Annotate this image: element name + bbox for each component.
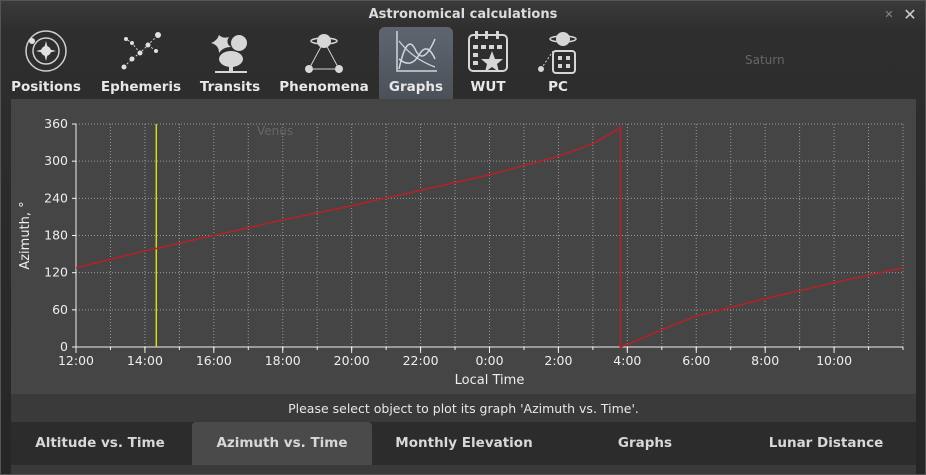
tab-graphs-label: Graphs — [388, 79, 444, 95]
tab-phenomena[interactable]: Phenomena — [277, 27, 371, 99]
y-axis-label: Azimuth, ° — [18, 201, 33, 269]
y-tick-label: 240 — [44, 190, 68, 205]
x-tick-label: 14:00 — [127, 353, 163, 368]
y-tick-label: 120 — [44, 265, 68, 280]
tab-ephemeris[interactable]: Ephemeris — [99, 27, 183, 99]
background-venus-label: Venus — [257, 124, 293, 138]
x-axis-label: Local Time — [455, 373, 525, 388]
azimuth-plot-area[interactable]: 0 60 120 180 240 300 360 12:00 14:00 16:00 18:00 2… — [11, 99, 916, 394]
x-tick-label: 22:00 — [403, 353, 439, 368]
subtab-monthly-elevation[interactable]: Monthly Elevation — [374, 422, 554, 465]
window-title: Astronomical calculations — [368, 7, 558, 22]
tab-pc-label: PC — [548, 79, 568, 95]
x-tick-label: 18:00 — [265, 353, 301, 368]
subtab-lunar-distance[interactable]: Lunar Distance — [736, 422, 916, 465]
tab-wut-label: WUT — [470, 79, 506, 95]
planet-calculator-icon — [538, 32, 577, 74]
x-tick-label: 16:00 — [196, 353, 232, 368]
tab-positions[interactable]: Positions — [7, 27, 85, 99]
close-button[interactable]: ✕ — [901, 6, 919, 24]
tab-transits[interactable]: Transits — [195, 27, 265, 99]
subtab-altitude-vs-time[interactable]: Altitude vs. Time — [11, 422, 189, 465]
main-tab-bar: Positions Ephemeris Transits Phenomena G… — [1, 27, 925, 99]
tab-pc[interactable]: PC — [531, 27, 585, 99]
tab-ephemeris-label: Ephemeris — [100, 79, 182, 95]
y-tick-label: 0 — [60, 339, 68, 354]
azimuth-vs-time-chart: 0 60 120 180 240 300 360 12:00 14:00 16:00 18:00 2… — [18, 116, 904, 388]
x-tick-label: 2:00 — [544, 353, 572, 368]
x-tick-label: 10:00 — [816, 353, 852, 368]
y-tick-label: 180 — [44, 228, 68, 243]
astronomical-calculations-window: Astronomical calculations ✕ ✕ Saturn Pos… — [0, 0, 926, 475]
calendar-star-icon — [468, 31, 508, 72]
tab-transits-label: Transits — [199, 79, 261, 95]
status-message: Please select object to plot its graph '… — [288, 401, 639, 416]
tree-and-star-icon — [211, 35, 247, 73]
planet-triangle-icon — [305, 34, 343, 73]
graphs-panel: 0 60 120 180 240 300 360 12:00 14:00 16:00 18:00 2… — [11, 99, 916, 474]
tab-positions-label: Positions — [11, 79, 81, 95]
y-tick-label: 360 — [44, 116, 68, 131]
chart-grid — [75, 123, 904, 348]
x-tick-label: 4:00 — [613, 353, 641, 368]
x-axis-ticks: 12:00 14:00 16:00 18:00 20:00 22:00 0:00 2:00 4:… — [58, 347, 904, 368]
x-tick-label: 12:00 — [58, 353, 94, 368]
tab-phenomena-label: Phenomena — [279, 79, 369, 95]
y-axis-ticks: 0 60 120 180 240 300 360 — [44, 116, 76, 354]
x-tick-label: 6:00 — [682, 353, 710, 368]
subtab-azimuth-vs-time[interactable]: Azimuth vs. Time — [192, 422, 372, 465]
y-tick-label: 60 — [52, 302, 68, 317]
x-tick-label: 8:00 — [751, 353, 779, 368]
pin-icon[interactable]: ✕ — [883, 9, 895, 21]
solar-system-icon — [25, 30, 67, 72]
constellation-icon — [121, 32, 161, 70]
x-tick-label: 0:00 — [475, 353, 503, 368]
x-tick-label: 20:00 — [334, 353, 370, 368]
y-tick-label: 300 — [44, 153, 68, 168]
graph-type-tab-bar: Altitude vs. Time Azimuth vs. Time Month… — [11, 422, 916, 465]
graph-icon — [396, 31, 437, 72]
tab-wut[interactable]: WUT — [463, 27, 513, 99]
subtab-graphs[interactable]: Graphs — [556, 422, 734, 465]
tab-graphs[interactable]: Graphs — [379, 27, 453, 99]
